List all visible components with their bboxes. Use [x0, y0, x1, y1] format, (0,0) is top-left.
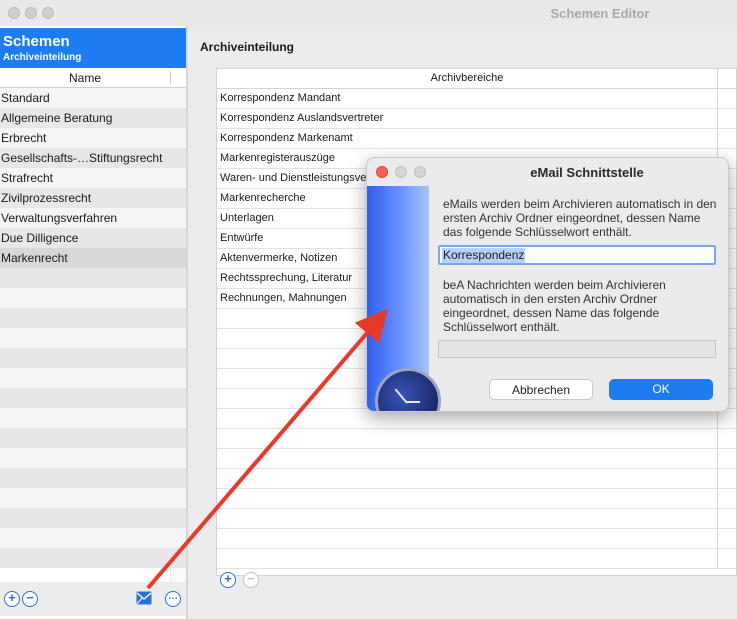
minimize-window-button[interactable]: [25, 7, 37, 19]
archiveinteilung-title: Archiveinteilung: [200, 40, 295, 54]
archivbereich-row[interactable]: [217, 489, 736, 509]
schema-list-item[interactable]: Markenrecht: [0, 248, 186, 268]
schema-list-item[interactable]: Gesellschafts-…Stiftungsrecht: [0, 148, 186, 168]
schemen-editor-window: Schemen Editor Schemen Archiveinteilung …: [0, 0, 737, 619]
column-separator: [717, 69, 718, 88]
schema-list-item[interactable]: [0, 268, 186, 288]
dialog-side-image: [367, 186, 441, 411]
schema-list-item[interactable]: [0, 548, 186, 568]
zoom-window-button[interactable]: [42, 7, 54, 19]
name-column-label: Name: [68, 71, 101, 85]
archivbereiche-column-header[interactable]: Archivbereiche: [217, 69, 736, 89]
clock-icon: [375, 368, 441, 411]
dialog-minimize-button[interactable]: [395, 166, 407, 178]
remove-archivbereich-button[interactable]: −: [243, 572, 259, 588]
panel-divider[interactable]: [186, 26, 188, 619]
schema-list-item[interactable]: Strafrecht: [0, 168, 186, 188]
schema-list-item[interactable]: [0, 508, 186, 528]
schemen-list: Standard Allgemeine Beratung Erbrecht Gesel…: [0, 88, 186, 568]
ok-button[interactable]: OK: [609, 379, 713, 400]
archivbereich-row[interactable]: [217, 429, 736, 449]
schema-list-item[interactable]: [0, 408, 186, 428]
add-archivbereich-button[interactable]: +: [220, 572, 236, 588]
name-column-header[interactable]: Name: [0, 68, 186, 88]
archivbereiche-column-label: Archivbereiche: [430, 72, 504, 84]
archivbereich-row[interactable]: [217, 449, 736, 469]
schema-list-item[interactable]: [0, 468, 186, 488]
title-bar: Schemen Editor: [0, 0, 737, 26]
bea-keyword-description: beA Nachrichten werden beim Archivieren …: [443, 278, 666, 334]
window-title: Schemen Editor: [550, 6, 650, 21]
schema-list-item[interactable]: Zivilprozessrecht: [0, 188, 186, 208]
more-options-button[interactable]: …: [165, 591, 181, 607]
archivbereich-row[interactable]: Korrespondenz Mandant: [217, 89, 736, 109]
schema-list-item[interactable]: Due Dilligence: [0, 228, 186, 248]
add-schema-button[interactable]: +: [4, 591, 20, 607]
schemen-subtitle: Archiveinteilung: [3, 52, 82, 63]
archivbereich-row[interactable]: [217, 549, 736, 569]
schema-list-item[interactable]: Verwaltungsverfahren: [0, 208, 186, 228]
schema-list-item[interactable]: [0, 348, 186, 368]
dialog-zoom-button[interactable]: [414, 166, 426, 178]
archivbereich-row[interactable]: [217, 469, 736, 489]
dialog-close-button[interactable]: [376, 166, 388, 178]
schema-list-item[interactable]: [0, 488, 186, 508]
archivbereich-row[interactable]: [217, 509, 736, 529]
dialog-title: eMail Schnittstelle: [530, 165, 644, 180]
schema-list-item[interactable]: [0, 308, 186, 328]
archivbereich-row[interactable]: Korrespondenz Auslandsvertreter: [217, 109, 736, 129]
schema-list-item[interactable]: [0, 528, 186, 548]
schema-list-item[interactable]: [0, 448, 186, 468]
archivbereich-row[interactable]: [217, 529, 736, 549]
schemen-title: Schemen: [3, 33, 70, 50]
close-window-button[interactable]: [8, 7, 20, 19]
column-separator: [170, 71, 171, 84]
schema-list-item[interactable]: [0, 428, 186, 448]
cancel-button[interactable]: Abbrechen: [489, 379, 593, 400]
dialog-title-bar: eMail Schnittstelle: [367, 158, 728, 186]
archivbereich-row[interactable]: [217, 409, 736, 429]
bea-keyword-input[interactable]: [438, 340, 716, 358]
schema-list-item[interactable]: [0, 328, 186, 348]
schemen-panel: Schemen Archiveinteilung Name Standard Al…: [0, 26, 188, 619]
schema-list-item[interactable]: Allgemeine Beratung: [0, 108, 186, 128]
archivbereich-row[interactable]: Korrespondenz Markenamt: [217, 129, 736, 149]
email-keyword-description: eMails werden beim Archivieren automatis…: [443, 197, 717, 239]
schemen-header: Schemen Archiveinteilung: [0, 28, 188, 68]
envelope-icon: [136, 591, 152, 605]
remove-schema-button[interactable]: −: [22, 591, 38, 607]
email-settings-button[interactable]: [136, 591, 152, 605]
schema-list-item[interactable]: Erbrecht: [0, 128, 186, 148]
email-interface-dialog: eMail Schnittstelle eMails werden beim A…: [366, 157, 729, 412]
email-keyword-input[interactable]: Korrespondenz: [438, 245, 716, 265]
schema-list-item[interactable]: [0, 368, 186, 388]
schema-list-item[interactable]: Standard: [0, 88, 186, 108]
schema-list-item[interactable]: [0, 288, 186, 308]
schemen-toolbar: + − …: [0, 582, 186, 616]
schema-list-item[interactable]: [0, 388, 186, 408]
email-keyword-value: Korrespondenz: [442, 248, 526, 263]
